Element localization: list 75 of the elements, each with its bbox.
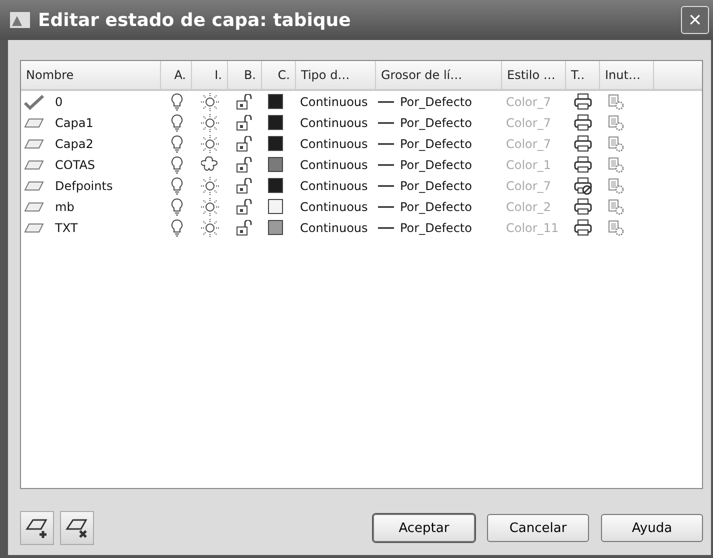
line-sample-icon: [378, 100, 394, 104]
lineweight-text: Por_Defecto: [399, 136, 472, 150]
line-sample-icon: [378, 204, 394, 208]
line-sample-icon: [378, 162, 394, 166]
column-header[interactable]: I.: [192, 61, 228, 89]
column-header[interactable]: Grosor de lí…: [376, 61, 502, 89]
layer-row[interactable]: mb Continuous Por_Defecto Color_2: [21, 196, 702, 217]
plot-style-text: Color_7: [505, 178, 552, 192]
new-layer-button[interactable]: [20, 511, 54, 545]
plot-style-text: Color_7: [505, 136, 552, 150]
column-header[interactable]: Nombre: [21, 61, 161, 89]
layer-row[interactable]: Capa2 Continuous Por_Defecto Color_7: [21, 133, 702, 154]
column-header[interactable]: Inut…: [600, 61, 654, 89]
plot-style-text: Color_7: [505, 94, 552, 108]
line-sample-icon: [378, 142, 394, 146]
viewport-gear-icon: [608, 156, 624, 172]
layer-name: Defpoints: [54, 178, 113, 192]
layer-row[interactable]: Defpoints Continuous Por_Defecto Color_7: [21, 175, 702, 196]
column-header[interactable]: C.: [262, 61, 296, 89]
linetype-text: Continuous: [299, 116, 369, 130]
lineweight-text: Por_Defecto: [399, 158, 472, 172]
window-title: Editar estado de capa: tabique: [38, 10, 352, 30]
layer-name: mb: [54, 200, 74, 214]
color-swatch[interactable]: [268, 178, 283, 193]
linetype-text: Continuous: [299, 136, 369, 150]
layer-row[interactable]: 0 Continuous Por_Defecto Color_7: [21, 91, 702, 112]
linetype-text: Continuous: [299, 200, 369, 214]
column-header[interactable]: Estilo …: [502, 61, 566, 89]
lineweight-text: Por_Defecto: [399, 94, 472, 108]
lineweight-text: Por_Defecto: [399, 116, 472, 130]
delete-layer-button[interactable]: [60, 511, 94, 545]
viewport-gear-icon: [608, 114, 624, 130]
viewport-gear-icon: [608, 94, 624, 110]
column-header[interactable]: T..: [566, 61, 600, 89]
close-button[interactable]: ×: [681, 6, 709, 34]
linetype-text: Continuous: [299, 158, 369, 172]
lineweight-text: Por_Defecto: [399, 220, 472, 234]
color-swatch[interactable]: [268, 94, 283, 109]
linetype-text: Continuous: [299, 94, 369, 108]
app-icon: [10, 12, 30, 28]
layer-row[interactable]: Capa1 Continuous Por_Defecto Color_7: [21, 112, 702, 133]
linetype-text: Continuous: [299, 220, 369, 234]
plot-style-text: Color_11: [505, 220, 560, 234]
column-header[interactable]: A.: [161, 61, 192, 89]
line-sample-icon: [378, 184, 394, 188]
plot-style-text: Color_7: [505, 116, 552, 130]
column-header[interactable]: B.: [228, 61, 262, 89]
lineweight-text: Por_Defecto: [399, 178, 472, 192]
linetype-text: Continuous: [299, 178, 369, 192]
dialog-button[interactable]: Cancelar: [487, 514, 589, 542]
color-swatch[interactable]: [268, 115, 283, 130]
line-sample-icon: [378, 120, 394, 124]
checkmark-icon: [23, 94, 45, 110]
layer-name: COTAS: [54, 158, 96, 172]
layer-name: Capa1: [54, 116, 94, 130]
dialog-button[interactable]: Ayuda: [601, 514, 703, 542]
layer-row[interactable]: TXT Continuous Por_Defecto Color_11: [21, 217, 702, 238]
color-swatch[interactable]: [268, 136, 283, 151]
viewport-gear-icon: [608, 178, 624, 194]
viewport-gear-icon: [608, 198, 624, 214]
layer-row[interactable]: COTAS Continuous Por_Defecto Color_1: [21, 154, 702, 175]
viewport-gear-icon: [608, 220, 624, 236]
lineweight-text: Por_Defecto: [399, 200, 472, 214]
layer-name: 0: [54, 94, 63, 108]
color-swatch[interactable]: [268, 220, 283, 235]
plot-style-text: Color_1: [505, 158, 552, 172]
line-sample-icon: [378, 226, 394, 230]
column-header[interactable]: Tipo d…: [296, 61, 376, 89]
layer-name: TXT: [54, 220, 78, 234]
layer-name: Capa2: [54, 136, 94, 150]
plot-style-text: Color_2: [505, 200, 552, 214]
viewport-gear-icon: [608, 136, 624, 152]
dialog-button[interactable]: Aceptar: [373, 514, 475, 542]
color-swatch[interactable]: [268, 157, 283, 172]
color-swatch[interactable]: [268, 199, 283, 214]
